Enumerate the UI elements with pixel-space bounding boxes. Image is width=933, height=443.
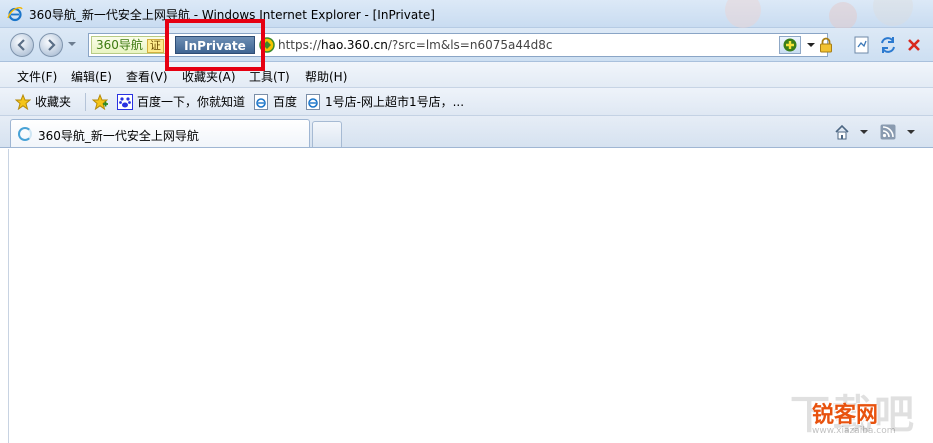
watermark-logo: 锐客网 bbox=[812, 403, 879, 428]
menu-help[interactable]: 帮助(H) bbox=[305, 68, 347, 85]
navigation-bar: 360导航证 InPrivate https://hao.360.cn/?src… bbox=[0, 28, 933, 62]
stop-icon[interactable] bbox=[904, 35, 924, 55]
favorite-label: 1号店-网上超市1号店，... bbox=[325, 95, 465, 109]
site-identity-badge[interactable]: 360导航证 bbox=[91, 36, 169, 54]
refresh-icon[interactable] bbox=[878, 35, 898, 55]
ie-page-icon bbox=[306, 94, 320, 110]
feeds-dropdown-icon[interactable] bbox=[907, 130, 915, 134]
tab-title: 360导航_新一代安全上网导航 bbox=[38, 129, 199, 143]
menu-view[interactable]: 查看(V) bbox=[126, 68, 168, 85]
title-bar: 360导航_新一代安全上网导航 - Windows Internet Explo… bbox=[0, 0, 933, 28]
rss-page-icon[interactable] bbox=[852, 35, 872, 55]
home-icon[interactable] bbox=[834, 124, 850, 140]
menu-tools[interactable]: 工具(T) bbox=[249, 68, 290, 85]
favorite-link-yhd[interactable]: 1号店-网上超市1号店，... bbox=[305, 94, 464, 110]
certificate-icon: 证 bbox=[146, 39, 164, 53]
favorites-label: 收藏夹 bbox=[35, 95, 72, 109]
url-path: /?src=lm&ls=n6075a44d8c bbox=[387, 38, 553, 52]
tab-active[interactable]: 360导航_新一代安全上网导航 bbox=[10, 119, 310, 147]
favorites-star-icon bbox=[15, 94, 31, 110]
add-plus-icon bbox=[783, 38, 797, 52]
add-to-favorites-bar-button[interactable] bbox=[92, 94, 112, 110]
favorites-divider bbox=[85, 93, 86, 111]
forward-button[interactable] bbox=[39, 33, 63, 57]
baidu-paw-icon bbox=[117, 94, 133, 110]
favorite-label: 百度 bbox=[273, 95, 298, 109]
favorite-link-baidu-search[interactable]: 百度一下，你就知道 bbox=[117, 94, 245, 110]
feeds-icon[interactable] bbox=[880, 124, 896, 140]
add-favorite-star-icon bbox=[92, 94, 108, 110]
menu-file[interactable]: 文件(F) bbox=[17, 68, 57, 85]
favorites-bar: 收藏夹 百度一下，你就知道 百度 1号店-网上超市1号店，... bbox=[0, 88, 933, 116]
new-tab-button[interactable] bbox=[312, 121, 342, 147]
tab-bar: 360导航_新一代安全上网导航 bbox=[0, 116, 933, 148]
back-button[interactable] bbox=[10, 33, 34, 57]
site-favicon-icon bbox=[259, 37, 275, 53]
window-title: 360导航_新一代安全上网导航 - Windows Internet Explo… bbox=[29, 8, 435, 22]
menu-favorites[interactable]: 收藏夹(A) bbox=[182, 68, 236, 85]
loading-spinner-icon bbox=[18, 127, 32, 141]
forward-arrow-icon bbox=[48, 39, 56, 51]
decorative-art-icon bbox=[725, 0, 913, 28]
favorites-center-button[interactable]: 收藏夹 bbox=[15, 94, 71, 110]
menu-bar: 文件(F) 编辑(E) 查看(V) 收藏夹(A) 工具(T) 帮助(H) bbox=[0, 62, 933, 88]
address-bar[interactable]: 360导航证 InPrivate https://hao.360.cn/?src… bbox=[88, 33, 832, 57]
url-scheme: https:// bbox=[278, 38, 322, 52]
inprivate-indicator[interactable]: InPrivate bbox=[175, 36, 255, 54]
lock-icon[interactable] bbox=[819, 37, 833, 53]
favorite-label: 百度一下，你就知道 bbox=[137, 95, 246, 109]
watermark-url: www.xiazaiba.com bbox=[812, 426, 896, 436]
recent-pages-dropdown-icon[interactable] bbox=[68, 42, 76, 46]
ie-page-icon bbox=[254, 94, 268, 110]
address-url[interactable]: https://hao.360.cn/?src=lm&ls=n6075a44d8… bbox=[278, 38, 552, 52]
url-domain: hao.360.cn bbox=[321, 38, 388, 52]
site-badge-label: 360导航 bbox=[96, 38, 143, 52]
addon-dropdown-icon[interactable] bbox=[807, 43, 815, 47]
ie-logo-icon bbox=[7, 7, 23, 22]
menu-edit[interactable]: 编辑(E) bbox=[71, 68, 112, 85]
favorite-link-baidu[interactable]: 百度 bbox=[253, 94, 297, 110]
back-arrow-icon bbox=[17, 39, 25, 51]
home-dropdown-icon[interactable] bbox=[860, 130, 868, 134]
compatibility-button[interactable] bbox=[779, 36, 801, 54]
